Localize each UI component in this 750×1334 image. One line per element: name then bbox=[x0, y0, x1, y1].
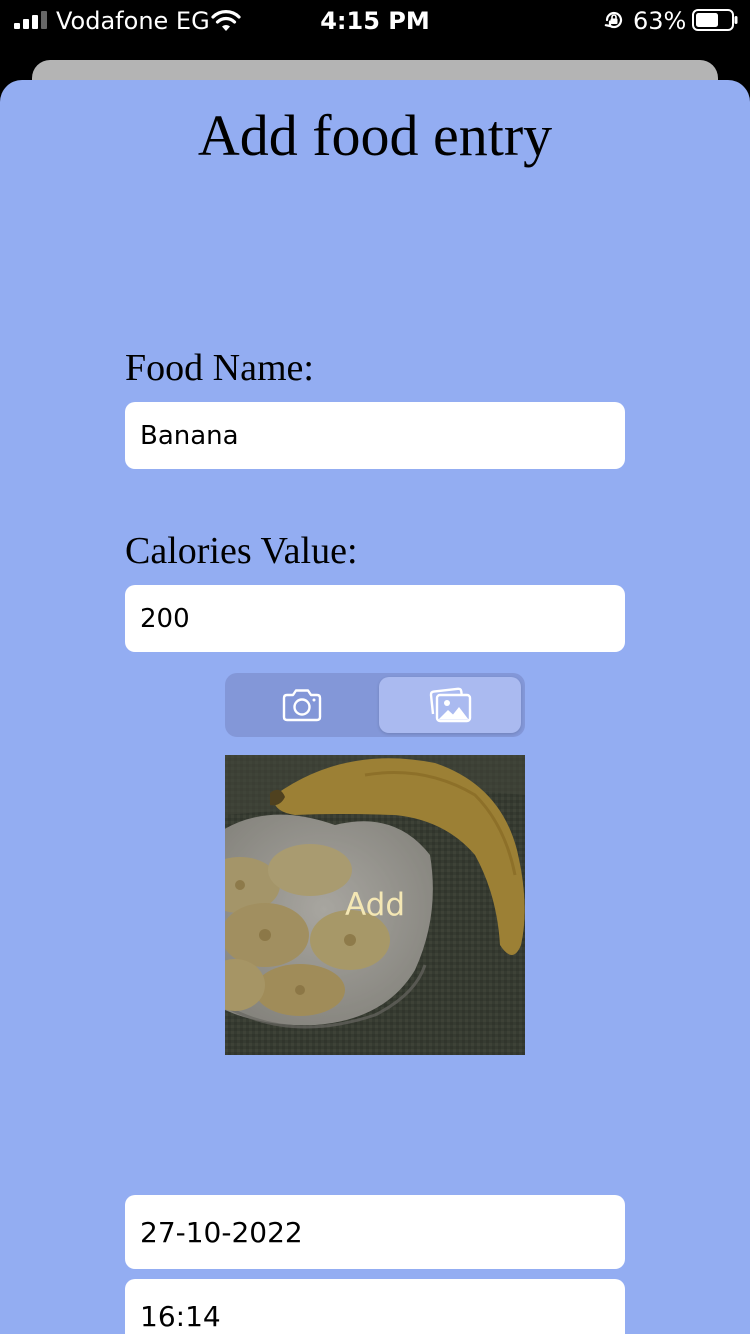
food-name-input[interactable]: Banana bbox=[125, 402, 625, 469]
status-bar: Vodafone EG 4:15 PM 63% bbox=[0, 0, 750, 42]
image-source-picker bbox=[225, 673, 525, 737]
date-input[interactable]: 27-10-2022 bbox=[125, 1195, 625, 1269]
camera-icon bbox=[282, 689, 322, 722]
battery-percentage: 63% bbox=[633, 7, 687, 35]
add-photo-label: Add bbox=[344, 887, 406, 923]
camera-segment[interactable] bbox=[229, 677, 375, 733]
calories-input[interactable]: 200 bbox=[125, 585, 625, 652]
photo-library-icon bbox=[429, 687, 472, 723]
calories-label: Calories Value: bbox=[125, 530, 358, 572]
page-title: Add food entry bbox=[197, 103, 553, 168]
battery-icon bbox=[692, 9, 738, 31]
rotation-lock-icon bbox=[604, 11, 623, 29]
food-name-label: Food Name: bbox=[125, 347, 314, 389]
food-photo[interactable]: Add bbox=[225, 755, 525, 1055]
time-input[interactable]: 16:14 bbox=[125, 1279, 625, 1334]
photo-library-segment[interactable] bbox=[379, 677, 521, 733]
